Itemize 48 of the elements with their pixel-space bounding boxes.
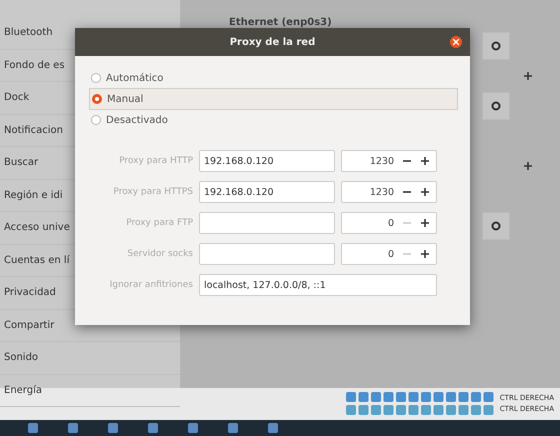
close-button[interactable] xyxy=(450,36,462,48)
option-label: Desactivado xyxy=(106,114,168,126)
plus-icon[interactable] xyxy=(420,156,430,166)
port-spinner[interactable]: 0 xyxy=(341,243,437,265)
add-icon[interactable] xyxy=(524,72,532,80)
dialog-title: Proxy de la red xyxy=(230,36,316,48)
field-label: Servidor socks xyxy=(126,249,193,259)
app-icon[interactable] xyxy=(108,423,118,433)
option-label: Automático xyxy=(106,72,164,84)
port-spinner[interactable]: 0 xyxy=(341,212,437,234)
field-label: Ignorar anfitriones xyxy=(108,280,193,290)
settings-button[interactable] xyxy=(482,92,510,120)
port-spinner[interactable]: 1230 xyxy=(341,150,437,172)
radio-button[interactable] xyxy=(92,94,102,104)
port-spinner[interactable]: 1230 xyxy=(341,181,437,203)
field-label: Proxy para HTTPS xyxy=(112,187,193,197)
app-icon[interactable] xyxy=(188,423,198,433)
app-icon[interactable] xyxy=(28,423,38,433)
mode-option[interactable]: Desactivado xyxy=(89,110,458,130)
mode-option[interactable]: Manual xyxy=(89,88,458,110)
app-icon[interactable] xyxy=(268,423,278,433)
app-icon[interactable] xyxy=(148,423,158,433)
close-icon xyxy=(453,39,459,45)
port-value: 0 xyxy=(388,248,394,260)
sidebar-item[interactable]: Sonido xyxy=(0,342,180,374)
mode-option[interactable]: Automático xyxy=(89,68,458,88)
host-field[interactable]: 192.168.0.120 xyxy=(199,150,335,172)
app-icon[interactable] xyxy=(68,423,78,433)
ignore-hosts-field[interactable]: localhost, 127.0.0.0/8, ::1 xyxy=(199,274,437,296)
field-label: Proxy para HTTP xyxy=(118,156,193,166)
port-value: 1230 xyxy=(370,156,394,166)
option-label: Manual xyxy=(107,94,144,104)
field-label: Proxy para FTP xyxy=(125,218,193,228)
section-heading: Ethernet (enp0s3) xyxy=(229,17,332,28)
port-value: 1230 xyxy=(370,186,394,198)
plus-icon[interactable] xyxy=(420,218,430,228)
host-field[interactable]: 192.168.0.120 xyxy=(199,181,335,203)
settings-button[interactable] xyxy=(482,32,510,60)
radio-button[interactable] xyxy=(91,73,101,83)
port-value: 0 xyxy=(388,218,394,228)
plus-icon[interactable] xyxy=(420,249,430,259)
plus-icon[interactable] xyxy=(420,187,430,197)
app-icon[interactable] xyxy=(228,423,238,433)
host-field[interactable] xyxy=(199,243,335,265)
add-icon[interactable] xyxy=(524,162,532,170)
host-field[interactable] xyxy=(199,212,335,234)
radio-button[interactable] xyxy=(91,115,101,125)
settings-button[interactable] xyxy=(482,212,510,240)
